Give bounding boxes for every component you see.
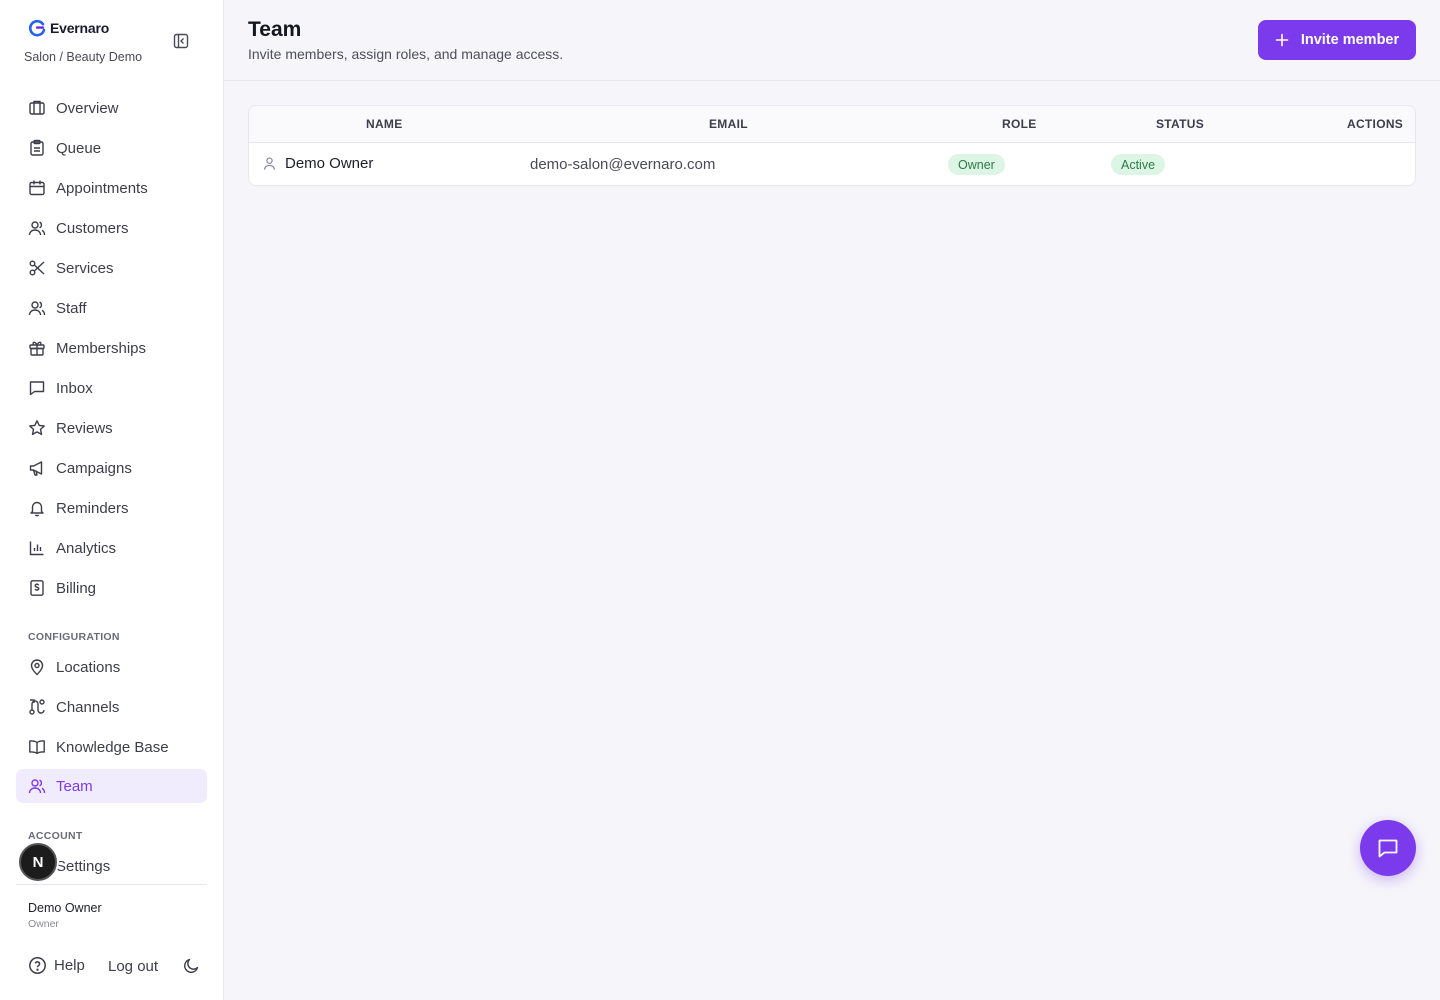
map-pin-icon xyxy=(28,658,46,676)
sidebar-item-label: Locations xyxy=(56,658,121,676)
user-icon xyxy=(264,157,275,170)
sidebar-item-services[interactable]: Services xyxy=(16,251,207,285)
sidebar-item-label: Appointments xyxy=(56,179,148,197)
chat-button[interactable] xyxy=(1360,820,1416,876)
sidebar-item-label: Settings xyxy=(56,857,111,875)
page-title: Team xyxy=(248,18,302,41)
role-badge: Owner xyxy=(948,154,1005,175)
bar-chart-icon xyxy=(28,539,46,557)
team-table: NAME EMAIL ROLE STATUS ACTIONS Demo Owne… xyxy=(248,105,1416,186)
sidebar-item-knowledge-base[interactable]: Knowledge Base xyxy=(16,730,207,764)
invite-member-label: Invite member xyxy=(1300,32,1400,48)
sidebar-item-inbox[interactable]: Inbox xyxy=(16,371,207,405)
collapse-sidebar-button[interactable] xyxy=(171,31,191,51)
theme-toggle-button[interactable] xyxy=(182,957,200,975)
sidebar-item-label: Services xyxy=(56,259,114,277)
sidebar-item-queue[interactable]: Queue xyxy=(16,131,207,165)
receipt-icon xyxy=(28,579,46,597)
sidebar-item-label: Reminders xyxy=(56,499,129,517)
column-header-status: STATUS xyxy=(1156,117,1205,131)
help-circle-icon xyxy=(29,957,46,974)
column-header-name: NAME xyxy=(366,117,403,131)
sidebar-item-label: Analytics xyxy=(56,539,117,557)
column-header-actions: ACTIONS xyxy=(1347,117,1404,131)
user-role: Owner xyxy=(28,918,59,930)
brand-subtitle: Salon / Beauty Demo xyxy=(24,50,143,64)
sidebar-item-label: Overview xyxy=(56,99,119,117)
sidebar-item-label: Billing xyxy=(56,579,97,597)
help-link[interactable]: Help xyxy=(28,956,85,975)
dev-tools-badge[interactable]: N xyxy=(19,843,57,881)
gift-icon xyxy=(28,339,46,357)
sidebar-item-label: Customers xyxy=(56,219,129,237)
sidebar-item-channels[interactable]: Channels xyxy=(16,690,207,724)
status-badge: Active xyxy=(1111,154,1166,175)
sidebar-item-team[interactable]: Team xyxy=(16,769,207,803)
sidebar-item-label: Campaigns xyxy=(56,459,132,477)
sidebar-item-label: Reviews xyxy=(56,419,113,437)
sidebar-item-label: Queue xyxy=(56,139,102,157)
page-header: Team Invite members, assign roles, and m… xyxy=(224,0,1440,81)
sidebar: Evernaro Salon / Beauty Demo Overview Qu… xyxy=(0,0,224,1000)
sidebar-item-label: Channels xyxy=(56,698,120,716)
sidebar-item-memberships[interactable]: Memberships xyxy=(16,331,207,365)
sidebar-item-analytics[interactable]: Analytics xyxy=(16,531,207,565)
column-header-role: ROLE xyxy=(1002,117,1037,131)
scissors-icon xyxy=(28,259,46,277)
help-label: Help xyxy=(54,957,85,974)
clipboard-icon xyxy=(28,139,46,157)
sidebar-item-reviews[interactable]: Reviews xyxy=(16,411,207,445)
sidebar-item-locations[interactable]: Locations xyxy=(16,650,207,684)
member-email: demo-salon@evernaro.com xyxy=(530,156,716,173)
chat-bubble-icon xyxy=(1378,839,1398,858)
bell-icon xyxy=(28,499,46,517)
sidebar-item-billing[interactable]: Billing xyxy=(16,571,207,605)
logout-link[interactable]: Log out xyxy=(108,958,158,975)
evernaro-logo-icon xyxy=(29,19,46,37)
sidebar-item-campaigns[interactable]: Campaigns xyxy=(16,451,207,485)
user-name: Demo Owner xyxy=(28,901,102,915)
sidebar-item-label: Team xyxy=(56,777,93,795)
section-label-configuration: CONFIGURATION xyxy=(28,631,120,643)
member-name-cell: Demo Owner xyxy=(262,155,373,172)
users-icon xyxy=(28,299,46,317)
sidebar-item-appointments[interactable]: Appointments xyxy=(16,171,207,205)
table-header: NAME EMAIL ROLE STATUS ACTIONS xyxy=(249,106,1415,143)
star-icon xyxy=(28,419,46,437)
table-row[interactable]: Demo Owner demo-salon@evernaro.com Owner… xyxy=(249,143,1415,185)
sidebar-item-label: Staff xyxy=(56,299,87,317)
message-icon xyxy=(28,379,46,397)
sidebar-item-customers[interactable]: Customers xyxy=(16,211,207,245)
plus-icon xyxy=(1275,33,1289,47)
page-subtitle: Invite members, assign roles, and manage… xyxy=(248,46,564,62)
sidebar-footer: Help Log out xyxy=(28,956,158,975)
sidebar-item-reminders[interactable]: Reminders xyxy=(16,491,207,525)
member-name: Demo Owner xyxy=(285,155,374,172)
building-icon xyxy=(28,99,46,117)
megaphone-icon xyxy=(28,459,46,477)
sidebar-item-overview[interactable]: Overview xyxy=(16,91,207,125)
calendar-icon xyxy=(28,179,46,197)
invite-member-button[interactable]: Invite member xyxy=(1258,20,1416,60)
divider xyxy=(16,884,207,885)
book-icon xyxy=(28,738,46,756)
moon-icon xyxy=(184,958,199,973)
section-label-account: ACCOUNT xyxy=(28,830,83,842)
brand-name: Evernaro xyxy=(50,20,110,36)
brand[interactable]: Evernaro xyxy=(28,19,109,37)
sidebar-item-label: Inbox xyxy=(56,379,93,397)
users-icon xyxy=(28,777,46,795)
route-icon xyxy=(28,698,46,716)
sidebar-item-label: Memberships xyxy=(56,339,147,357)
sidebar-collapse-icon xyxy=(173,33,189,49)
sidebar-item-label: Knowledge Base xyxy=(56,738,169,756)
column-header-email: EMAIL xyxy=(709,117,748,131)
sidebar-item-staff[interactable]: Staff xyxy=(16,291,207,325)
users-icon xyxy=(28,219,46,237)
